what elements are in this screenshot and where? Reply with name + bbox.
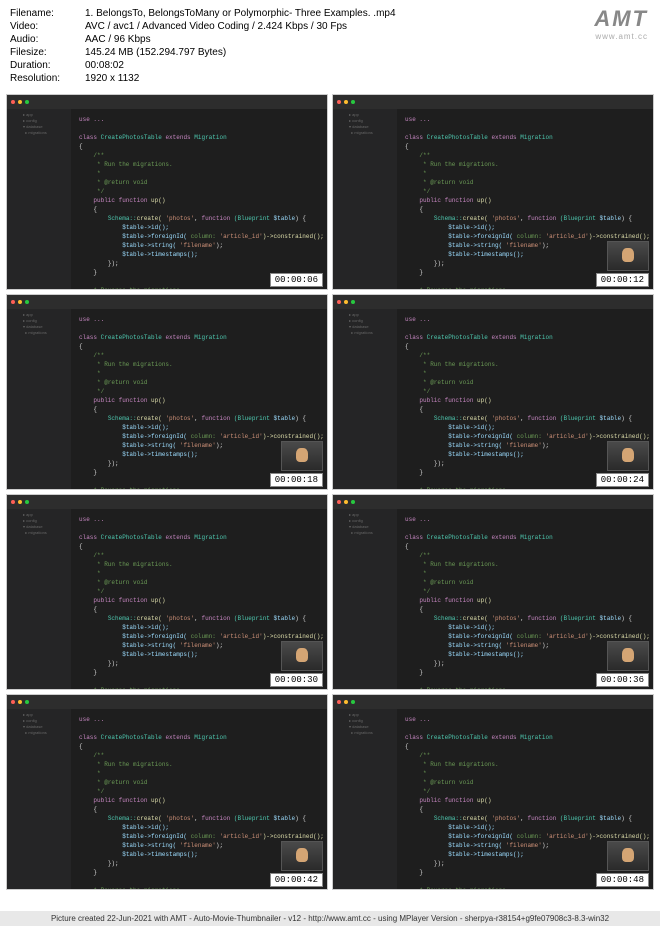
- file-explorer: ▸ app ▸ config ▾ database ▸ migrations: [347, 709, 397, 889]
- close-icon: [11, 100, 15, 104]
- maximize-icon: [351, 300, 355, 304]
- editor-titlebar: [7, 95, 327, 109]
- file-explorer: ▸ app ▸ config ▾ database ▸ migrations: [21, 709, 71, 889]
- file-explorer: ▸ app ▸ config ▾ database ▸ migrations: [21, 109, 71, 289]
- activity-bar: [7, 309, 21, 489]
- maximize-icon: [351, 500, 355, 504]
- timestamp-label: 00:00:42: [270, 873, 323, 887]
- thumbnail-4[interactable]: ▸ app ▸ config ▾ database ▸ migrations u…: [6, 494, 328, 690]
- minimize-icon: [344, 700, 348, 704]
- footer-text: Picture created 22-Jun-2021 with AMT - A…: [0, 911, 660, 926]
- timestamp-label: 00:00:36: [596, 673, 649, 687]
- close-icon: [337, 700, 341, 704]
- video-value: AVC / avc1 / Advanced Video Coding / 2.4…: [85, 21, 650, 32]
- close-icon: [11, 500, 15, 504]
- webcam-overlay: [607, 841, 649, 871]
- editor-titlebar: [333, 495, 653, 509]
- maximize-icon: [351, 700, 355, 704]
- activity-bar: [7, 709, 21, 889]
- timestamp-label: 00:00:48: [596, 873, 649, 887]
- timestamp-label: 00:00:30: [270, 673, 323, 687]
- thumbnail-7[interactable]: ▸ app ▸ config ▾ database ▸ migrations u…: [332, 694, 654, 890]
- file-explorer: ▸ app ▸ config ▾ database ▸ migrations: [21, 509, 71, 689]
- webcam-overlay: [281, 841, 323, 871]
- webcam-overlay: [607, 641, 649, 671]
- timestamp-label: 00:00:12: [596, 273, 649, 287]
- webcam-overlay: [607, 241, 649, 271]
- minimize-icon: [344, 500, 348, 504]
- editor-titlebar: [333, 295, 653, 309]
- close-icon: [11, 300, 15, 304]
- filesize-value: 145.24 MB (152.294.797 Bytes): [85, 47, 650, 58]
- minimize-icon: [18, 300, 22, 304]
- code-editor: use ... class CreatePhotosTable extends …: [71, 109, 327, 289]
- file-explorer: ▸ app ▸ config ▾ database ▸ migrations: [21, 309, 71, 489]
- maximize-icon: [25, 500, 29, 504]
- audio-row: Audio: AAC / 96 Kbps: [10, 34, 650, 45]
- thumbnail-2[interactable]: ▸ app ▸ config ▾ database ▸ migrations u…: [6, 294, 328, 490]
- minimize-icon: [18, 700, 22, 704]
- timestamp-label: 00:00:06: [270, 273, 323, 287]
- amt-logo: AMT www.amt.cc: [594, 6, 648, 41]
- logo-text: AMT: [594, 6, 648, 32]
- filesize-row: Filesize: 145.24 MB (152.294.797 Bytes): [10, 47, 650, 58]
- editor-titlebar: [333, 95, 653, 109]
- audio-label: Audio:: [10, 34, 85, 45]
- maximize-icon: [25, 700, 29, 704]
- filename-label: Filename:: [10, 8, 85, 19]
- editor-titlebar: [333, 695, 653, 709]
- activity-bar: [7, 109, 21, 289]
- video-row: Video: AVC / avc1 / Advanced Video Codin…: [10, 21, 650, 32]
- activity-bar: [333, 309, 347, 489]
- close-icon: [337, 300, 341, 304]
- close-icon: [11, 700, 15, 704]
- activity-bar: [333, 509, 347, 689]
- minimize-icon: [18, 500, 22, 504]
- maximize-icon: [351, 100, 355, 104]
- minimize-icon: [18, 100, 22, 104]
- maximize-icon: [25, 100, 29, 104]
- thumbnail-3[interactable]: ▸ app ▸ config ▾ database ▸ migrations u…: [332, 294, 654, 490]
- filename-row: Filename: 1. BelongsTo, BelongsToMany or…: [10, 8, 650, 19]
- filename-value: 1. BelongsTo, BelongsToMany or Polymorph…: [85, 8, 650, 19]
- duration-label: Duration:: [10, 60, 85, 71]
- filesize-label: Filesize:: [10, 47, 85, 58]
- resolution-label: Resolution:: [10, 73, 85, 84]
- thumbnail-1[interactable]: ▸ app ▸ config ▾ database ▸ migrations u…: [332, 94, 654, 290]
- timestamp-label: 00:00:18: [270, 473, 323, 487]
- editor-titlebar: [7, 295, 327, 309]
- webcam-overlay: [281, 641, 323, 671]
- minimize-icon: [344, 100, 348, 104]
- minimize-icon: [344, 300, 348, 304]
- close-icon: [337, 100, 341, 104]
- webcam-overlay: [607, 441, 649, 471]
- metadata-header: AMT www.amt.cc Filename: 1. BelongsTo, B…: [0, 0, 660, 90]
- thumbnail-5[interactable]: ▸ app ▸ config ▾ database ▸ migrations u…: [332, 494, 654, 690]
- audio-value: AAC / 96 Kbps: [85, 34, 650, 45]
- webcam-overlay: [281, 441, 323, 471]
- activity-bar: [333, 709, 347, 889]
- thumbnail-6[interactable]: ▸ app ▸ config ▾ database ▸ migrations u…: [6, 694, 328, 890]
- close-icon: [337, 500, 341, 504]
- thumbnail-grid: ▸ app ▸ config ▾ database ▸ migrations u…: [0, 90, 660, 894]
- file-explorer: ▸ app ▸ config ▾ database ▸ migrations: [347, 309, 397, 489]
- timestamp-label: 00:00:24: [596, 473, 649, 487]
- duration-row: Duration: 00:08:02: [10, 60, 650, 71]
- thumbnail-0[interactable]: ▸ app ▸ config ▾ database ▸ migrations u…: [6, 94, 328, 290]
- file-explorer: ▸ app ▸ config ▾ database ▸ migrations: [347, 109, 397, 289]
- maximize-icon: [25, 300, 29, 304]
- editor-titlebar: [7, 695, 327, 709]
- file-explorer: ▸ app ▸ config ▾ database ▸ migrations: [347, 509, 397, 689]
- resolution-value: 1920 x 1132: [85, 73, 650, 84]
- resolution-row: Resolution: 1920 x 1132: [10, 73, 650, 84]
- logo-url: www.amt.cc: [594, 32, 648, 41]
- activity-bar: [333, 109, 347, 289]
- editor-titlebar: [7, 495, 327, 509]
- duration-value: 00:08:02: [85, 60, 650, 71]
- activity-bar: [7, 509, 21, 689]
- video-label: Video:: [10, 21, 85, 32]
